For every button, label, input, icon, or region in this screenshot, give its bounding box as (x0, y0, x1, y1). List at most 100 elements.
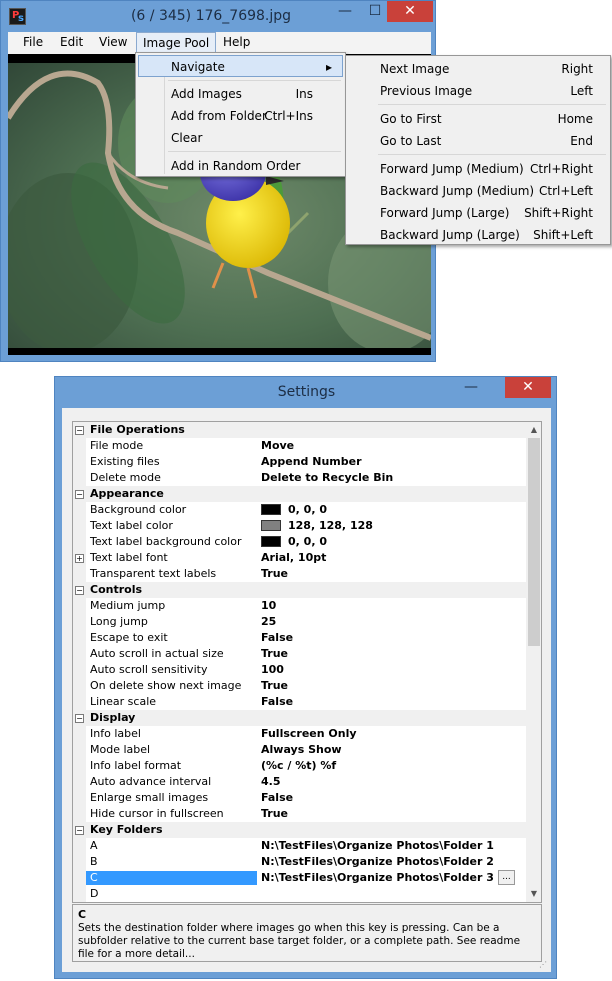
property-value[interactable]: Fullscreen Only (261, 727, 357, 740)
menu-item-clear[interactable]: Clear (138, 127, 343, 149)
property-value[interactable]: False (261, 791, 293, 804)
menu-item-forward-jump-large[interactable]: Forward Jump (Large) Shift+Right (348, 202, 608, 224)
property-value[interactable]: Append Number (261, 455, 362, 468)
property-value[interactable]: 128, 128, 128 (261, 519, 373, 532)
menu-file[interactable]: File (23, 35, 43, 49)
property-row[interactable]: Linear scale False (73, 694, 526, 710)
menu-item-backward-jump-medium[interactable]: Backward Jump (Medium) Ctrl+Left (348, 180, 608, 202)
property-value[interactable]: True (261, 647, 288, 660)
property-value-text: 0, 0, 0 (288, 503, 327, 516)
property-row[interactable]: File mode Move (73, 438, 526, 454)
menu-item-forward-jump-medium[interactable]: Forward Jump (Medium) Ctrl+Right (348, 158, 608, 180)
scroll-down-icon[interactable]: ▼ (526, 886, 541, 902)
property-row[interactable]: Delete mode Delete to Recycle Bin (73, 470, 526, 486)
property-category[interactable]: − Controls (73, 582, 526, 598)
viewer-title-bar[interactable]: Ps (6 / 345) 176_7698.jpg — ☐ ✕ (1, 1, 435, 32)
minimize-icon[interactable]: — (457, 377, 485, 398)
property-row[interactable]: On delete show next image True (73, 678, 526, 694)
property-value[interactable]: 25 (261, 615, 276, 628)
app-icon[interactable]: Ps (9, 8, 26, 25)
menu-item-navigate[interactable]: Navigate ▸ (138, 55, 343, 77)
property-row[interactable]: Text label background color 0, 0, 0 (73, 534, 526, 550)
menu-item-backward-jump-large[interactable]: Backward Jump (Large) Shift+Left (348, 224, 608, 246)
property-value[interactable]: True (261, 679, 288, 692)
menu-edit[interactable]: Edit (60, 35, 83, 49)
property-row[interactable]: Auto advance interval 4.5 (73, 774, 526, 790)
property-category[interactable]: − Display (73, 710, 526, 726)
menu-item-go-to-first[interactable]: Go to First Home (348, 108, 608, 130)
property-value[interactable]: Move (261, 439, 294, 452)
category-label: Display (90, 711, 136, 724)
property-row[interactable]: Hide cursor in fullscreen True (73, 806, 526, 822)
property-value[interactable]: False (261, 631, 293, 644)
property-row[interactable]: C N:\TestFiles\Organize Photos\Folder 3..… (73, 870, 526, 886)
property-value[interactable]: 0, 0, 0 (261, 535, 327, 548)
property-grid[interactable]: − File Operations File mode Move Existing fi… (72, 421, 542, 903)
property-row[interactable]: Background color 0, 0, 0 (73, 502, 526, 518)
property-value[interactable]: True (261, 567, 288, 580)
minimize-icon[interactable]: — (331, 1, 359, 22)
property-row[interactable]: B N:\TestFiles\Organize Photos\Folder 2 (73, 854, 526, 870)
property-value[interactable]: (%c / %t) %f (261, 759, 336, 772)
menu-item-add-random-order[interactable]: Add in Random Order (138, 155, 343, 177)
property-value[interactable]: N:\TestFiles\Organize Photos\Folder 1 (261, 839, 494, 852)
close-icon[interactable]: ✕ (387, 1, 433, 22)
close-icon[interactable]: ✕ (505, 377, 551, 398)
property-row[interactable]: Info label format (%c / %t) %f (73, 758, 526, 774)
scroll-thumb[interactable] (528, 438, 540, 646)
collapse-icon[interactable]: − (75, 714, 84, 723)
property-row[interactable]: Long jump 25 (73, 614, 526, 630)
menu-item-add-from-folder[interactable]: Add from Folder Ctrl+Ins (138, 105, 343, 127)
collapse-icon[interactable]: − (75, 490, 84, 499)
property-value[interactable]: 100 (261, 663, 284, 676)
menu-image-pool[interactable]: Image Pool (136, 32, 217, 54)
property-value[interactable]: Always Show (261, 743, 342, 756)
property-row[interactable]: Info label Fullscreen Only (73, 726, 526, 742)
row-gutter (73, 630, 86, 646)
expand-icon[interactable]: + (75, 554, 84, 563)
menu-item-previous-image[interactable]: Previous Image Left (348, 80, 608, 102)
property-row[interactable]: Transparent text labels True (73, 566, 526, 582)
property-value[interactable]: 10 (261, 599, 276, 612)
property-label: Delete mode (90, 471, 161, 484)
description-title: C (78, 908, 87, 921)
menu-item-add-images[interactable]: Add Images Ins (138, 83, 343, 105)
property-value[interactable]: 4.5 (261, 775, 281, 788)
property-value[interactable]: N:\TestFiles\Organize Photos\Folder 3 (261, 871, 494, 884)
property-value[interactable]: False (261, 695, 293, 708)
menu-view[interactable]: View (99, 35, 127, 49)
resize-grip-icon[interactable]: ⋰ (539, 960, 549, 970)
property-row[interactable]: Medium jump 10 (73, 598, 526, 614)
property-category[interactable]: − File Operations (73, 422, 526, 438)
property-value[interactable]: Arial, 10pt (261, 551, 326, 564)
property-value[interactable]: True (261, 807, 288, 820)
property-value[interactable]: N:\TestFiles\Organize Photos\Folder 2 (261, 855, 494, 868)
property-value[interactable]: 0, 0, 0 (261, 503, 327, 516)
property-row[interactable]: Auto scroll in actual size True (73, 646, 526, 662)
menu-item-go-to-last[interactable]: Go to Last End (348, 130, 608, 152)
maximize-icon[interactable]: ☐ (361, 1, 389, 22)
collapse-icon[interactable]: − (75, 826, 84, 835)
property-row[interactable]: Auto scroll sensitivity 100 (73, 662, 526, 678)
menu-item-next-image[interactable]: Next Image Right (348, 58, 608, 80)
collapse-icon[interactable]: − (75, 426, 84, 435)
vertical-scrollbar[interactable]: ▲ ▼ (526, 422, 541, 902)
row-gutter (73, 534, 86, 550)
property-category[interactable]: − Appearance (73, 486, 526, 502)
browse-button[interactable]: ... (498, 870, 515, 885)
property-row[interactable]: Enlarge small images False (73, 790, 526, 806)
property-row[interactable]: A N:\TestFiles\Organize Photos\Folder 1 (73, 838, 526, 854)
property-row[interactable]: Mode label Always Show (73, 742, 526, 758)
property-row[interactable]: D (73, 886, 526, 902)
property-category[interactable]: − Key Folders (73, 822, 526, 838)
property-row[interactable]: Escape to exit False (73, 630, 526, 646)
property-value[interactable]: Delete to Recycle Bin (261, 471, 393, 484)
property-row[interactable]: Text label color 128, 128, 128 (73, 518, 526, 534)
row-gutter (73, 774, 86, 790)
row-gutter (73, 566, 86, 582)
property-row[interactable]: Existing files Append Number (73, 454, 526, 470)
property-row[interactable]: + Text label font Arial, 10pt (73, 550, 526, 566)
menu-help[interactable]: Help (223, 35, 250, 49)
scroll-up-icon[interactable]: ▲ (526, 422, 541, 438)
collapse-icon[interactable]: − (75, 586, 84, 595)
